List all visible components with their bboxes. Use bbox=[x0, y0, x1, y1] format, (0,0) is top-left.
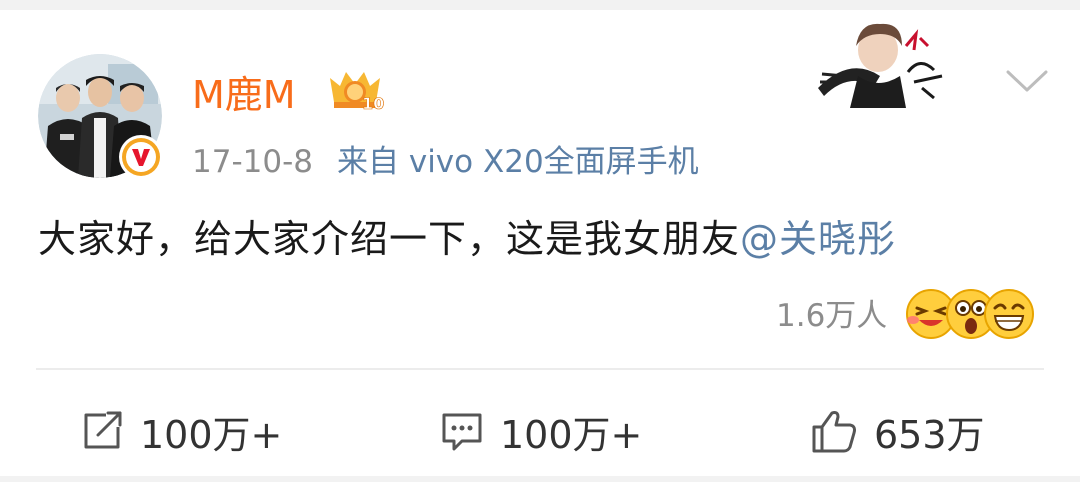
reaction-emojis bbox=[905, 280, 1035, 344]
avatar[interactable] bbox=[38, 54, 163, 179]
repost-count: 100万+ bbox=[140, 412, 283, 457]
comment-button[interactable]: 100万+ bbox=[440, 402, 642, 460]
mention-link[interactable]: @关晓彤 bbox=[740, 217, 896, 261]
username[interactable]: M鹿M bbox=[192, 64, 296, 119]
divider bbox=[36, 368, 1044, 370]
repost-icon bbox=[84, 411, 122, 449]
member-level-label: 10 bbox=[362, 94, 384, 112]
weibo-post-card: M鹿M 10 17-10-8 来自 vivo X20全面屏手机 大家好，给大家介绍… bbox=[0, 10, 1080, 476]
post-meta: 17-10-8 来自 vivo X20全面屏手机 bbox=[192, 136, 699, 181]
post-text: 大家好，给大家介绍一下，这是我女朋友@关晓彤 bbox=[38, 208, 896, 263]
post-body: 大家好，给大家介绍一下，这是我女朋友 bbox=[38, 217, 741, 261]
post-source[interactable]: 来自 vivo X20全面屏手机 bbox=[337, 144, 699, 180]
like-count: 653万 bbox=[874, 412, 985, 457]
like-button[interactable]: 653万 bbox=[810, 402, 985, 460]
comment-icon bbox=[442, 413, 482, 451]
reaction-summary[interactable]: 1.6万人 bbox=[776, 280, 1035, 344]
decoration-card-image[interactable] bbox=[810, 16, 950, 108]
thumbs-up-icon bbox=[812, 411, 856, 453]
comment-count: 100万+ bbox=[500, 412, 643, 457]
reaction-count: 1.6万人 bbox=[776, 297, 888, 334]
post-date: 17-10-8 bbox=[192, 144, 313, 180]
repost-button[interactable]: 100万+ bbox=[80, 402, 282, 460]
chevron-down-icon[interactable] bbox=[1004, 66, 1050, 96]
grin-emoji-icon bbox=[984, 289, 1035, 339]
verified-badge-icon bbox=[119, 135, 163, 179]
member-crown-icon[interactable]: 10 bbox=[326, 64, 384, 112]
